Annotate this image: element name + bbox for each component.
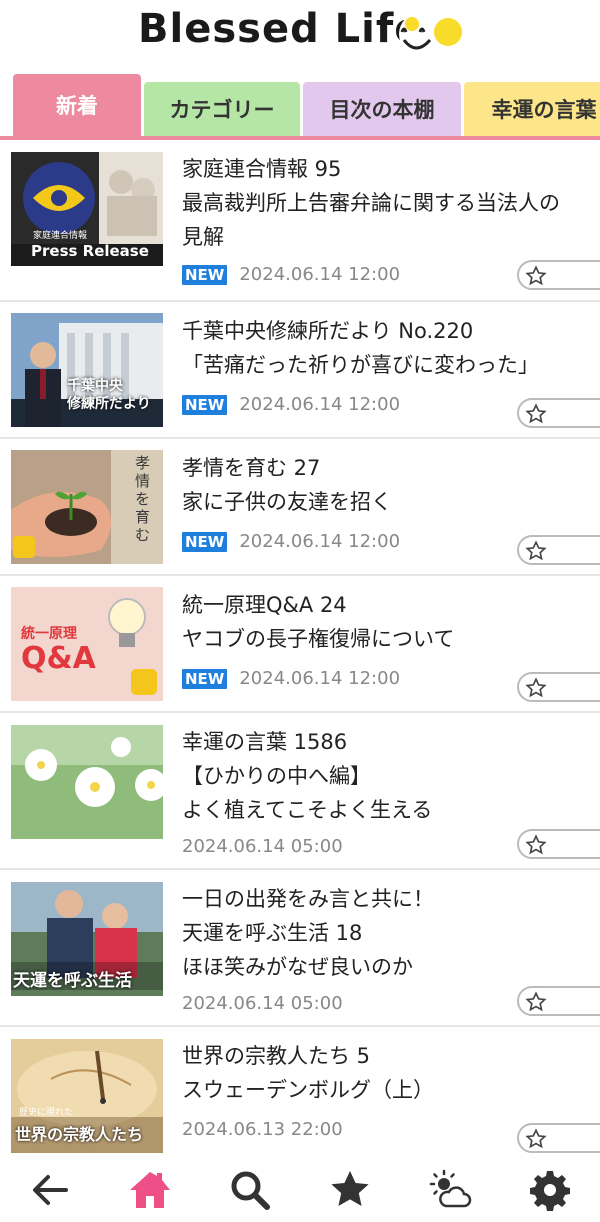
star-outline-icon: [525, 403, 547, 424]
article-thumbnail: 歴史に現れた 世界の宗教人たち: [11, 1039, 163, 1153]
thumbnail-subcaption: 歴史に現れた: [19, 1108, 74, 1118]
article-item[interactable]: 歴史に現れた 世界の宗教人たち 世界の宗教人たち 5 スウェーデンボルグ（上） …: [0, 1027, 600, 1167]
article-item[interactable]: 千葉中央 修練所だより 千葉中央修練所だより No.220 「苦痛だった祈りが喜…: [0, 302, 600, 439]
favorites-button[interactable]: [326, 1166, 374, 1214]
star-outline-icon: [525, 991, 547, 1012]
article-item[interactable]: 家庭連合情報 Press Release 家庭連合情報 95 最高裁判所上告審弁…: [0, 140, 600, 302]
thumbnail-caption: 千葉中央 修練所だより: [67, 378, 151, 412]
article-item[interactable]: 幸運の言葉 1586 【ひかりの中へ編】 よく植えてこそよく生える 2024.0…: [0, 713, 600, 870]
new-badge: NEW: [182, 264, 228, 285]
article-thumbnail: 天運を呼ぶ生活: [11, 882, 163, 996]
article-title: 千葉中央修練所だより No.220 「苦痛だった祈りが喜びに変わった」: [182, 319, 539, 377]
article-meta: 2024.06.14 05:00: [182, 836, 343, 857]
tab-category[interactable]: カテゴリー: [144, 82, 300, 136]
article-date: 2024.06.14 12:00: [239, 668, 401, 689]
search-button[interactable]: [226, 1166, 274, 1214]
article-thumbnail: 家庭連合情報 Press Release: [11, 152, 163, 266]
favorite-button[interactable]: [517, 986, 600, 1016]
settings-button[interactable]: [526, 1166, 574, 1214]
new-badge: NEW: [182, 668, 228, 689]
article-thumbnail: 統一原理 Q&A: [11, 587, 163, 701]
new-badge: NEW: [182, 531, 228, 552]
article-meta: 2024.06.13 22:00: [182, 1119, 343, 1140]
gear-icon: [530, 1171, 570, 1211]
new-badge: NEW: [182, 394, 228, 415]
thumbnail-caption: 天運を呼ぶ生活: [13, 971, 132, 991]
weather-button[interactable]: [426, 1166, 474, 1214]
favorite-button[interactable]: [517, 829, 600, 859]
star-icon: [331, 1171, 369, 1206]
star-outline-icon: [525, 834, 547, 855]
thumbnail-caption: Press Release: [31, 242, 149, 260]
back-button[interactable]: [26, 1166, 74, 1214]
article-meta: NEW 2024.06.14 12:00: [182, 668, 400, 689]
app-logo-text: Blessed Life: [138, 6, 423, 52]
thumbnail-caption: 世界の宗教人たち: [15, 1125, 144, 1144]
article-item[interactable]: 統一原理 Q&A 統一原理Q&A 24 ヤコブの長子権復帰について NEW 20…: [0, 576, 600, 713]
home-icon: [130, 1172, 170, 1208]
favorite-button[interactable]: [517, 672, 600, 702]
star-outline-icon: [525, 265, 547, 286]
article-title: 孝情を育む 27 家に子供の友達を招く: [182, 456, 392, 514]
star-outline-icon: [525, 1128, 547, 1149]
smile-logo-icon: [399, 13, 462, 55]
app-header: Blessed Life: [0, 0, 600, 70]
article-title: 世界の宗教人たち 5 スウェーデンボルグ（上）: [182, 1044, 434, 1102]
article-thumbnail: [11, 725, 163, 839]
article-title: 幸運の言葉 1586 【ひかりの中へ編】 よく植えてこそよく生える: [182, 730, 433, 822]
article-date: 2024.06.13 22:00: [182, 1119, 343, 1140]
tab-bookshelf[interactable]: 目次の本棚: [303, 82, 461, 136]
favorite-button[interactable]: [517, 398, 600, 428]
article-title: 家庭連合情報 95 最高裁判所上告審弁論に関する当法人の 見解: [182, 157, 560, 249]
article-meta: 2024.06.14 05:00: [182, 993, 343, 1014]
category-tabs: 新着 カテゴリー 目次の本棚 幸運の言葉: [0, 70, 600, 140]
favorite-button[interactable]: [517, 260, 600, 290]
tab-new[interactable]: 新着: [13, 74, 141, 136]
favorite-button[interactable]: [517, 1123, 600, 1153]
thumbnail-caption: 統一原理: [21, 626, 77, 642]
back-arrow-icon: [33, 1175, 68, 1205]
article-date: 2024.06.14 05:00: [182, 993, 343, 1014]
thumbnail-subcaption: 家庭連合情報: [33, 231, 88, 241]
weather-icon: [429, 1169, 472, 1208]
thumbnail-subcaption: Q&A: [21, 641, 96, 676]
article-date: 2024.06.14 12:00: [239, 531, 401, 552]
article-title: 統一原理Q&A 24 ヤコブの長子権復帰について: [182, 593, 455, 651]
article-item[interactable]: 天運を呼ぶ生活 一日の出発をみ言と共に！ 天運を呼ぶ生活 18 ほほ笑みがなぜ良…: [0, 870, 600, 1027]
home-button[interactable]: [126, 1166, 174, 1214]
tab-lucky-words[interactable]: 幸運の言葉: [464, 82, 600, 136]
article-thumbnail: 孝情を育む: [11, 450, 163, 564]
article-meta: NEW 2024.06.14 12:00: [182, 394, 400, 415]
bottom-navigation: [0, 1158, 600, 1222]
article-title: 一日の出発をみ言と共に！ 天運を呼ぶ生活 18 ほほ笑みがなぜ良いのか: [182, 887, 434, 979]
article-date: 2024.06.14 05:00: [182, 836, 343, 857]
article-date: 2024.06.14 12:00: [239, 264, 401, 285]
thumbnail-caption: 孝情を育む: [135, 454, 151, 544]
star-outline-icon: [525, 540, 547, 561]
article-meta: NEW 2024.06.14 12:00: [182, 531, 400, 552]
article-item[interactable]: 孝情を育む 孝情を育む 27 家に子供の友達を招く NEW 2024.06.14…: [0, 439, 600, 576]
star-outline-icon: [525, 677, 547, 698]
article-thumbnail: 千葉中央 修練所だより: [11, 313, 163, 427]
article-meta: NEW 2024.06.14 12:00: [182, 264, 400, 285]
article-date: 2024.06.14 12:00: [239, 394, 401, 415]
favorite-button[interactable]: [517, 535, 600, 565]
search-icon: [231, 1171, 270, 1210]
